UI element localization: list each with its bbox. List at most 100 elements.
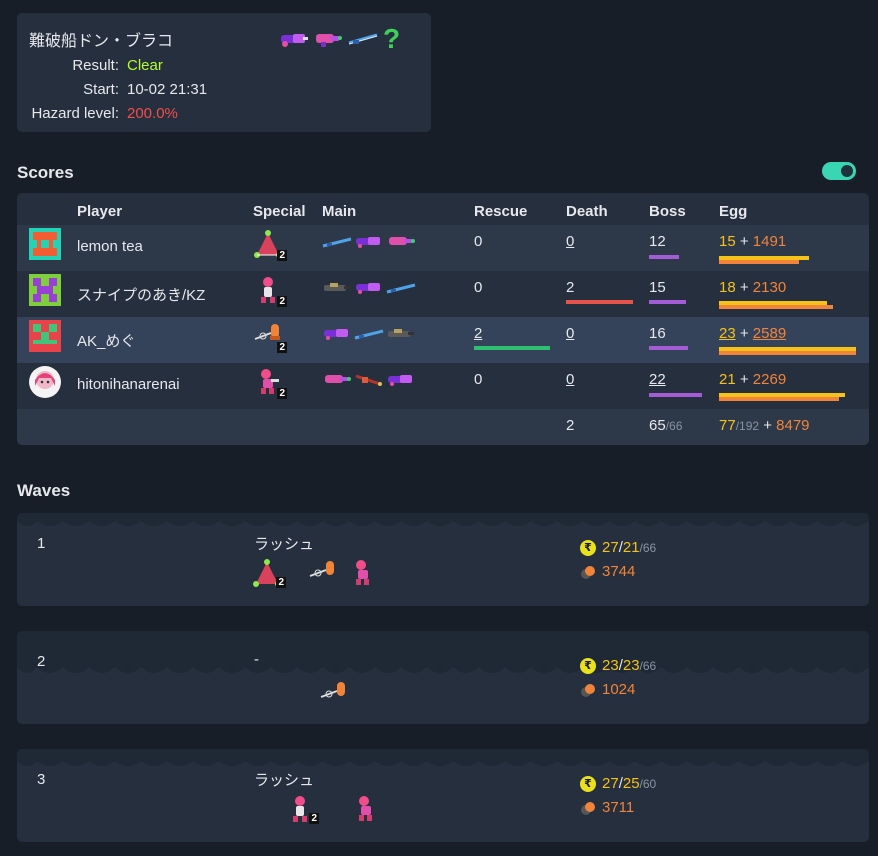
power-eggs: 2130 xyxy=(752,279,787,296)
special-inkjet-icon: 2 xyxy=(285,794,319,824)
totals-row: 2 65/66 77/192 + 8479 xyxy=(17,409,869,445)
wave-golden-stat: ₹ 27/25/60 xyxy=(580,775,656,792)
boss-bar xyxy=(649,393,702,397)
rescue-bar xyxy=(474,346,550,350)
wave-card: 3 ラッシュ 2 ₹ 27/25/60 3711 xyxy=(17,749,869,842)
total-boss: 65/66 xyxy=(649,417,682,434)
egg-cell: 18 + 2130 xyxy=(719,279,786,296)
wave-specials: 2 xyxy=(285,794,381,824)
golden-egg-icon: ₹ xyxy=(580,657,596,674)
splatling-weapon-icon xyxy=(356,283,380,294)
waves-heading: Waves xyxy=(17,481,71,500)
avatar xyxy=(29,274,61,306)
charger-weapon-icon xyxy=(322,237,352,248)
total-golden: 77 xyxy=(719,417,736,434)
player-name[interactable]: hitonihanarenai xyxy=(77,376,180,393)
total-boss-value: 65 xyxy=(649,417,666,434)
special-inkjet-icon: 2 xyxy=(253,275,287,307)
start-label: Start: xyxy=(83,81,119,98)
special-count: 2 xyxy=(277,296,287,307)
wave-specials xyxy=(317,679,351,709)
power-eggs[interactable]: 2589 xyxy=(753,325,786,342)
plus-sign: + xyxy=(739,371,749,388)
stage-name: 難破船ドン・ブラコ xyxy=(29,33,174,50)
splatling-weapon-icon xyxy=(356,237,380,248)
player-name[interactable]: スナイプのあき/KZ xyxy=(77,284,205,305)
blaster-weapon-icon xyxy=(325,375,351,383)
special-count: 2 xyxy=(277,388,287,399)
power-eggs: 1491 xyxy=(752,233,787,250)
shooter-weapon-icon xyxy=(388,329,414,337)
table-row: AK_めぐ 2 2 0 16 23 + 2589 xyxy=(17,317,869,363)
start-value: 10-02 21:31 xyxy=(127,81,208,98)
wave-golden-stat: ₹ 23/23/66 xyxy=(580,657,656,674)
rescue-value[interactable]: 2 xyxy=(474,325,482,342)
col-main[interactable]: Main xyxy=(322,203,356,220)
egg-cell: 15 + 1491 xyxy=(719,233,786,250)
blaster-weapon-icon xyxy=(389,237,415,245)
total-golden-of: /192 xyxy=(735,419,760,433)
col-boss[interactable]: Boss xyxy=(649,203,686,220)
power-egg-bar xyxy=(719,397,839,401)
wave-event: ラッシュ xyxy=(254,536,315,553)
special-wavebreaker-icon xyxy=(309,561,334,577)
special-count: 2 xyxy=(309,813,319,824)
rescue-value: 0 xyxy=(474,371,483,388)
player-name[interactable]: AK_めぐ xyxy=(77,330,135,351)
splatling-weapon-icon xyxy=(324,329,348,340)
wave-power-stat: 1024 xyxy=(580,681,635,698)
golden-egg-icon: ₹ xyxy=(580,539,596,556)
scores-toggle[interactable] xyxy=(822,162,856,180)
player-name[interactable]: lemon tea xyxy=(77,238,143,255)
wave-event: ラッシュ xyxy=(254,772,315,789)
splatling-weapon-icon xyxy=(281,34,308,47)
power-egg-icon xyxy=(581,683,595,697)
scores-table: Player Special Main Rescue Death Boss Eg… xyxy=(17,193,869,445)
col-special[interactable]: Special xyxy=(253,203,306,220)
special-count: 2 xyxy=(276,577,286,588)
golden-eggs[interactable]: 23 xyxy=(719,325,736,342)
death-value[interactable]: 0 xyxy=(566,371,574,388)
special-inkjet-icon: 2 xyxy=(253,367,287,399)
special-count: 2 xyxy=(277,250,287,261)
col-rescue[interactable]: Rescue xyxy=(474,203,527,220)
power-egg-icon xyxy=(581,565,595,579)
charger-weapon-icon xyxy=(354,329,384,340)
total-deaths: 2 xyxy=(566,417,575,434)
random-weapon-icon: ? xyxy=(383,23,401,54)
boss-bar xyxy=(649,255,679,259)
col-player[interactable]: Player xyxy=(77,203,122,220)
wave-golden: 27/25/60 xyxy=(602,775,657,792)
special-wavebreaker-icon: 2 xyxy=(253,321,287,353)
col-egg[interactable]: Egg xyxy=(719,203,747,220)
boss-bar xyxy=(649,346,688,350)
total-power: 8479 xyxy=(776,417,810,434)
wave-number: 3 xyxy=(37,771,46,788)
egg-cell: 23 + 2589 xyxy=(719,325,786,342)
death-value[interactable]: 0 xyxy=(566,325,574,342)
power-egg-bar xyxy=(719,260,799,264)
egg-cell: 21 + 2269 xyxy=(719,371,786,388)
wave-power: 1024 xyxy=(602,681,636,698)
wave-card: 2 - ₹ 23/23/66 1024 xyxy=(17,631,869,724)
power-egg-icon xyxy=(581,801,595,815)
splatling-weapon-icon xyxy=(388,375,412,386)
wave-power-stat: 3744 xyxy=(580,563,635,580)
wave-number: 1 xyxy=(37,535,46,552)
golden-eggs: 18 xyxy=(719,279,736,296)
brush-weapon-icon xyxy=(355,374,382,386)
special-booyah-icon: 2 xyxy=(252,558,286,588)
main-weapons xyxy=(322,281,416,295)
death-value[interactable]: 0 xyxy=(566,233,574,250)
total-eggs: 77/192 + 8479 xyxy=(719,417,810,434)
table-row: hitonihanarenai 2 0 0 22 21 + 2269 xyxy=(17,363,869,409)
col-death[interactable]: Death xyxy=(566,203,608,220)
table-row: lemon tea 2 0 0 12 15 + 1491 xyxy=(17,225,869,271)
wave-golden: 27/21/66 xyxy=(602,539,657,556)
wave-specials: 2 xyxy=(252,558,378,588)
main-weapons xyxy=(322,327,416,341)
avatar xyxy=(29,320,61,352)
boss-bar xyxy=(649,300,686,304)
golden-eggs: 15 xyxy=(719,233,736,250)
boss-value[interactable]: 22 xyxy=(649,371,666,388)
